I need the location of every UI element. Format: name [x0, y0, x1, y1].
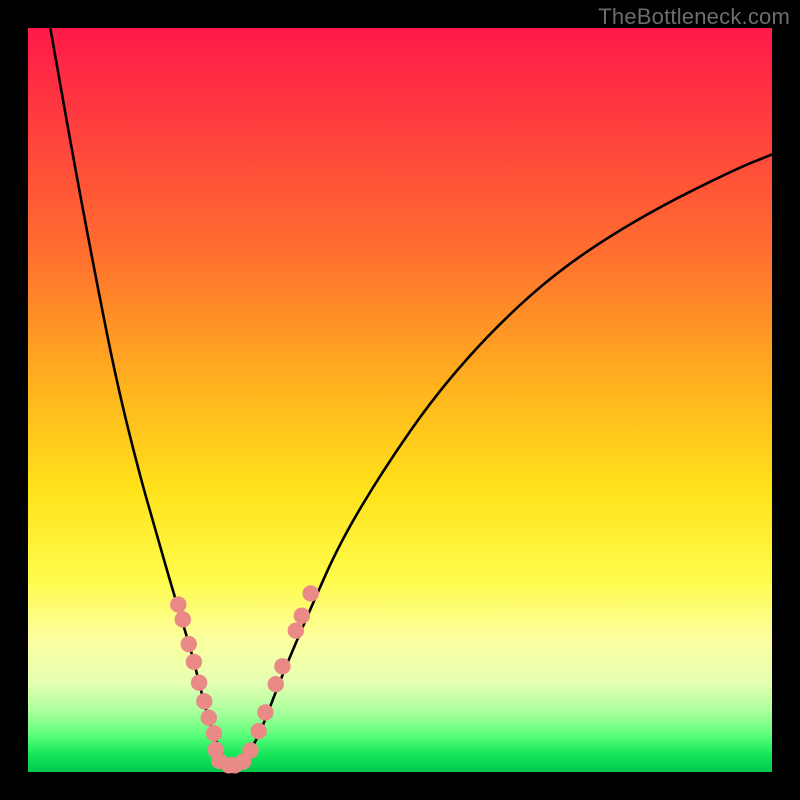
data-marker: [250, 723, 266, 739]
chart-frame: TheBottleneck.com: [0, 0, 800, 800]
data-marker: [196, 693, 212, 709]
data-marker: [201, 709, 217, 725]
data-marker: [242, 742, 258, 758]
data-marker: [303, 585, 319, 601]
data-marker: [170, 596, 186, 612]
data-marker: [175, 611, 191, 627]
marker-group: [170, 585, 319, 773]
plot-area: [28, 28, 772, 772]
watermark-text: TheBottleneck.com: [598, 4, 790, 30]
data-marker: [181, 636, 197, 652]
data-marker: [257, 704, 273, 720]
data-marker: [288, 622, 304, 638]
chart-svg: [28, 28, 772, 772]
data-marker: [191, 675, 207, 691]
data-marker: [206, 725, 222, 741]
bottleneck-curve: [50, 28, 772, 768]
curve-group: [50, 28, 772, 768]
data-marker: [268, 676, 284, 692]
data-marker: [274, 658, 290, 674]
data-marker: [186, 654, 202, 670]
data-marker: [294, 608, 310, 624]
